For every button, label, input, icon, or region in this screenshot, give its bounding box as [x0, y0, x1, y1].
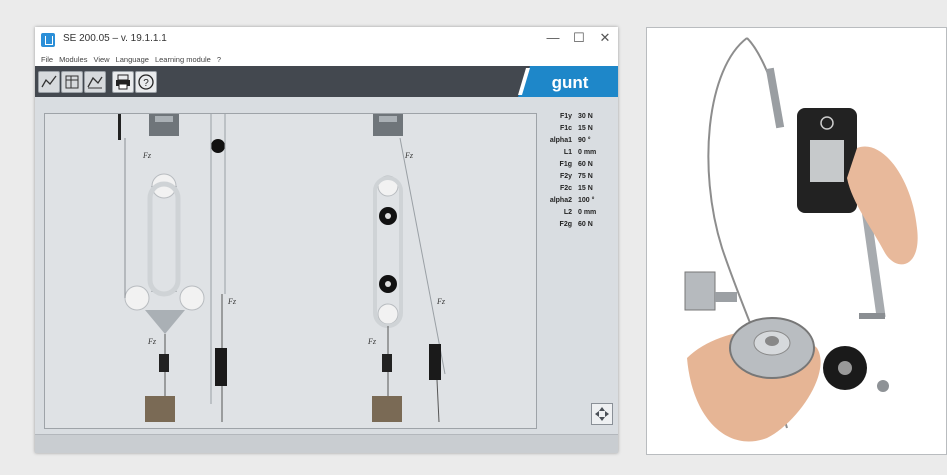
menu-bar: File Modules View Language Learning modu…	[35, 53, 618, 66]
gunt-logo-text: gunt	[552, 73, 589, 92]
simulation-canvas: Fz Fz Fz Fz Fz Fz F1y 30 N F1c 15 N alpha1…	[35, 97, 618, 453]
pulley-diagram-area: Fz Fz Fz Fz Fz Fz	[44, 113, 537, 429]
navigation-icon[interactable]	[591, 403, 613, 425]
pulley-diagram: Fz Fz Fz Fz Fz Fz	[118, 114, 446, 423]
close-icon[interactable]: ✕	[598, 30, 612, 46]
chart-icon[interactable]	[84, 71, 106, 93]
readout-row: alpha1 90 °	[549, 136, 591, 144]
readout-row: F2g 60 N	[559, 221, 593, 229]
force-label: Fz	[227, 297, 237, 306]
graph-icon[interactable]	[38, 71, 60, 93]
menu-language[interactable]: Language	[116, 55, 149, 64]
window-title: SE 200.05 – v. 19.1.1.1	[63, 33, 167, 44]
window-controls: — ☐ ✕	[546, 30, 612, 46]
readout-row: F1c 15 N	[559, 124, 593, 132]
menu-view[interactable]: View	[93, 55, 109, 64]
readout-row: L1 0 mm	[563, 148, 597, 156]
title-bar: SE 200.05 – v. 19.1.1.1 — ☐ ✕	[35, 27, 618, 53]
readout-row: F1g 60 N	[559, 160, 593, 168]
readout-row: L2 0 mm	[563, 209, 597, 217]
readout-row: F2y 75 N	[559, 173, 593, 181]
menu-learning-module[interactable]: Learning module	[155, 55, 211, 64]
table-icon[interactable]	[61, 71, 83, 93]
software-window: SE 200.05 – v. 19.1.1.1 — ☐ ✕ File Modul…	[35, 27, 618, 453]
svg-text:?: ?	[143, 78, 149, 89]
readout-panel: F1y 30 N F1c 15 N alpha1 90 ° L1 0 mm F1g 60 …	[532, 110, 618, 231]
hands-with-force-sensor-image	[647, 28, 946, 454]
help-icon[interactable]: ?	[135, 71, 157, 93]
force-label: Fz	[142, 151, 152, 160]
force-label: Fz	[436, 297, 446, 306]
force-label: Fz	[367, 337, 377, 346]
print-icon[interactable]	[112, 71, 134, 93]
menu-help[interactable]: ?	[217, 55, 221, 64]
force-label: Fz	[147, 337, 157, 346]
app-icon	[41, 33, 55, 47]
menu-file[interactable]: File	[41, 55, 53, 64]
maximize-icon[interactable]: ☐	[572, 30, 586, 46]
force-label: Fz	[404, 151, 414, 160]
toolbar: ? gunt	[35, 66, 618, 97]
product-photo	[646, 27, 947, 455]
readout-row: F2c 15 N	[559, 185, 593, 193]
readout-row: alpha2 100 °	[549, 197, 595, 205]
minimize-icon[interactable]: —	[546, 30, 560, 46]
status-bar	[35, 434, 618, 453]
readout-row: F1y 30 N	[559, 112, 593, 120]
gunt-logo: gunt	[508, 66, 618, 97]
menu-modules[interactable]: Modules	[59, 55, 87, 64]
